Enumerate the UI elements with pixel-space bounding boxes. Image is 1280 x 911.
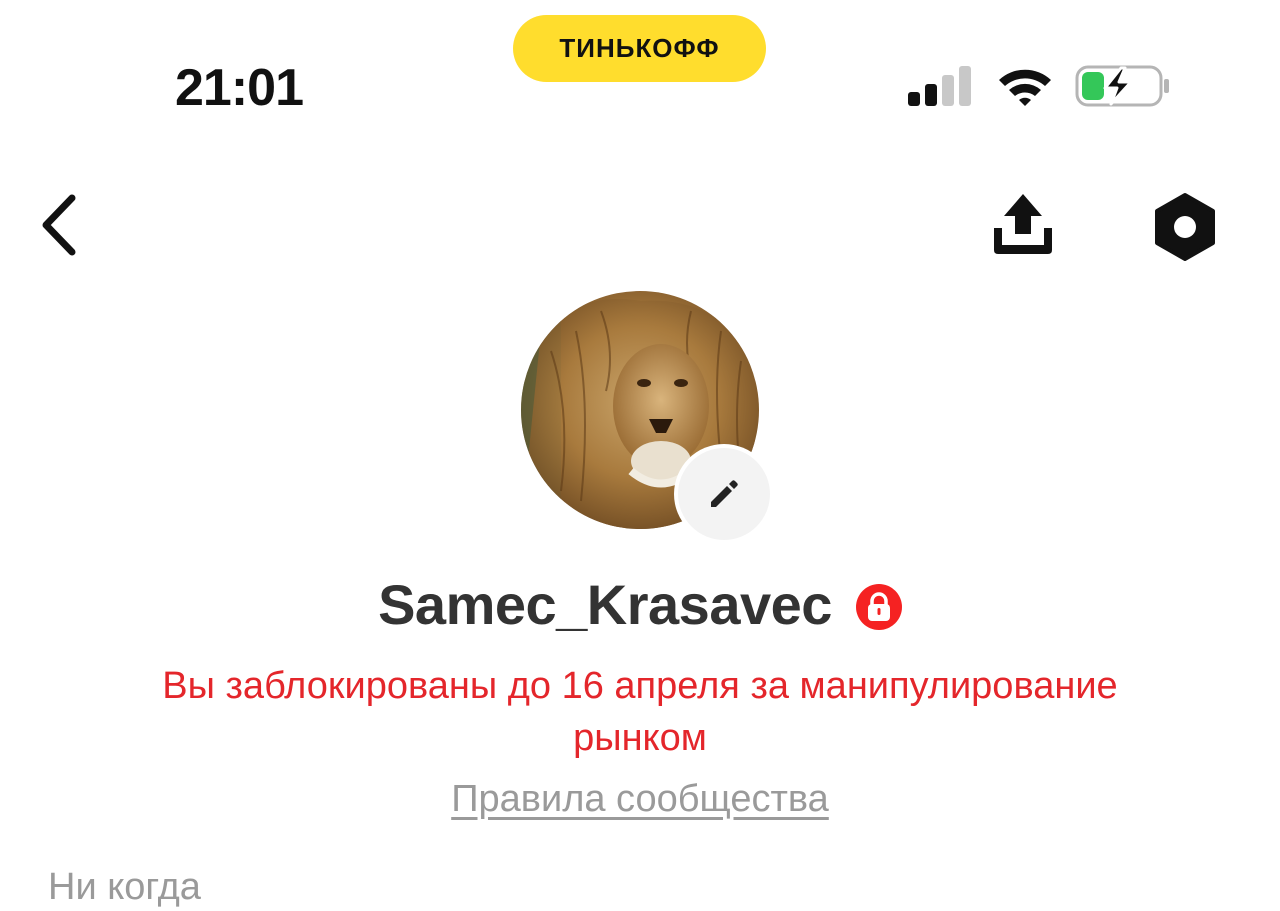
- carrier-badge: ТИНЬКОФФ: [513, 15, 766, 82]
- username-row: Samec_Krasavec: [0, 572, 1280, 637]
- pencil-icon: [711, 480, 738, 507]
- lock-badge: [855, 583, 902, 630]
- username: Samec_Krasavec: [378, 573, 832, 636]
- lock-icon: [867, 591, 890, 621]
- carrier-badge-label: ТИНЬКОФФ: [559, 33, 720, 63]
- edit-avatar-button[interactable]: [678, 448, 770, 540]
- share-button[interactable]: [990, 192, 1056, 256]
- chevron-left-icon: [42, 194, 76, 256]
- status-time: 21:01: [175, 59, 304, 117]
- signal-icon: [908, 66, 971, 106]
- settings-button[interactable]: [1150, 192, 1220, 262]
- hexagon-settings-icon: [1155, 193, 1215, 261]
- back-button[interactable]: [34, 192, 90, 258]
- battery-charging-icon: [1075, 65, 1169, 107]
- wifi-icon: [999, 69, 1051, 106]
- community-rules-link[interactable]: Правила сообщества: [0, 778, 1280, 821]
- block-message: Вы заблокированы до 16 апреля за манипул…: [162, 665, 1118, 759]
- share-upload-icon: [994, 194, 1052, 254]
- community-rules-label: Правила сообщества: [451, 778, 829, 820]
- last-seen-text: Ни когда: [48, 866, 201, 908]
